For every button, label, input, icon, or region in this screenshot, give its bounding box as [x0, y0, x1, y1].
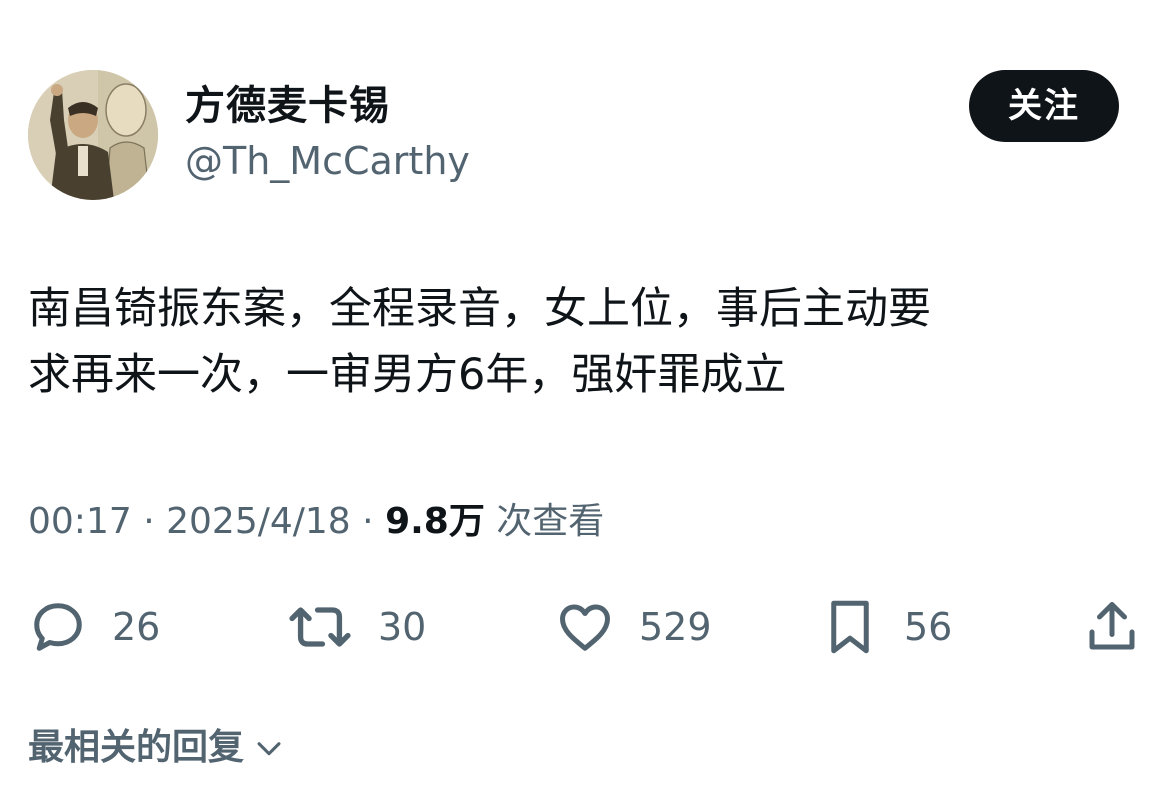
- replies-sort-dropdown[interactable]: 最相关的回复: [28, 722, 286, 774]
- reply-button[interactable]: 26: [28, 596, 160, 658]
- chevron-down-icon: [257, 742, 281, 756]
- tweet-date[interactable]: 2025/4/18: [166, 501, 351, 542]
- follow-button[interactable]: 关注: [969, 70, 1119, 142]
- share-button[interactable]: [1082, 596, 1142, 658]
- retweet-count: 30: [378, 605, 427, 649]
- replies-sort-label: 最相关的回复: [28, 727, 245, 768]
- share-icon: [1089, 602, 1135, 650]
- author-handle[interactable]: @Th_McCarthy: [185, 136, 470, 186]
- bookmark-button[interactable]: 56: [820, 596, 952, 658]
- reply-icon: [34, 603, 82, 651]
- avatar-illustration: [28, 70, 158, 200]
- meta-separator: ·: [362, 501, 374, 542]
- avatar[interactable]: [28, 70, 158, 200]
- reply-count: 26: [112, 605, 161, 649]
- like-count: 529: [639, 605, 712, 649]
- views-label: 次查看: [496, 501, 605, 542]
- tweet-meta: 00:17 · 2025/4/18 · 9.8万 次查看: [28, 496, 604, 548]
- like-button[interactable]: 529: [555, 596, 712, 658]
- retweet-button[interactable]: 30: [286, 596, 426, 658]
- author-display-name[interactable]: 方德麦卡锡: [185, 80, 390, 132]
- views-count[interactable]: 9.8万: [385, 501, 485, 542]
- tweet-time[interactable]: 00:17: [28, 501, 132, 542]
- bookmark-icon: [831, 600, 869, 654]
- heart-icon: [560, 604, 610, 651]
- bookmark-count: 56: [904, 605, 953, 649]
- tweet-text: 南昌锜振东案，全程录音，女上位，事后主动要 求再来一次，一审男方6年，强奸罪成立: [28, 284, 931, 400]
- retweet-icon: [289, 607, 351, 647]
- meta-separator: ·: [143, 501, 155, 542]
